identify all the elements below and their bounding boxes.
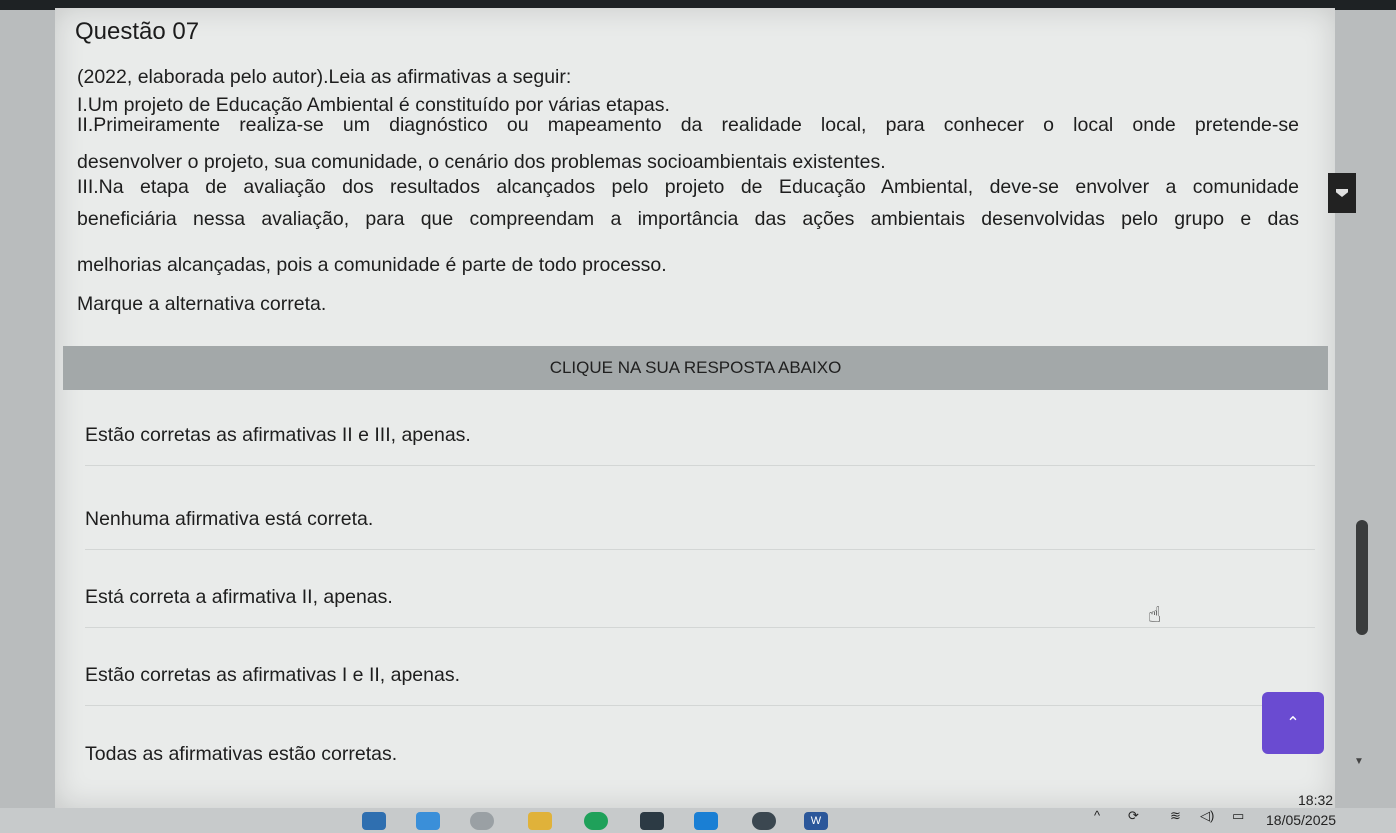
statement-2-line-1: II.Primeiramente realiza-se um diagnósti…	[77, 114, 1299, 136]
answer-option-1[interactable]: Estão corretas as afirmativas II e III, …	[85, 406, 1315, 466]
scrollbar-thumb[interactable]	[1356, 520, 1368, 635]
answer-banner: CLIQUE NA SUA RESPOSTA ABAIXO	[63, 346, 1328, 390]
answer-prompt: Marque a alternativa correta.	[77, 293, 327, 315]
taskbar-settings-icon[interactable]	[752, 812, 776, 830]
statement-2-line-2: desenvolver o projeto, sua comunidade, o…	[77, 151, 886, 173]
chevron-up-icon: ⌃	[1286, 715, 1300, 732]
answer-option-3[interactable]: Está correta a afirmativa II, apenas.	[85, 568, 1315, 628]
clock-time[interactable]: 18:32	[1298, 792, 1333, 808]
answer-option-2[interactable]: Nenhuma afirmativa está correta.	[85, 490, 1315, 550]
scroll-down-arrow-icon[interactable]: ▼	[1354, 756, 1364, 767]
bookmark-glyph-icon	[1336, 189, 1348, 197]
taskbar-app-icon[interactable]	[416, 812, 440, 830]
hand-cursor-icon: ☝	[1148, 602, 1162, 627]
tray-wifi-icon[interactable]: ≋	[1170, 808, 1181, 824]
taskbar-folder-icon[interactable]	[528, 812, 552, 830]
taskbar-app-icon[interactable]	[694, 812, 718, 830]
taskbar-weather-icon[interactable]	[470, 812, 494, 830]
question-card: Questão 07 (2022, elaborada pelo autor).…	[55, 8, 1335, 808]
statement-3-line-2: beneficiária nessa avaliação, para que c…	[77, 208, 1299, 230]
question-source: (2022, elaborada pelo autor).Leia as afi…	[77, 66, 572, 88]
statement-3-line-3: melhorias alcançadas, pois a comunidade …	[77, 254, 667, 276]
bookmark-icon[interactable]	[1328, 173, 1356, 213]
question-title: Questão 07	[75, 18, 200, 45]
tray-volume-icon[interactable]: ◁)	[1200, 808, 1214, 824]
clock-date[interactable]: 18/05/2025	[1266, 812, 1336, 828]
taskbar-word-icon[interactable]: W	[804, 812, 828, 830]
tray-battery-icon[interactable]: ▭	[1232, 808, 1244, 824]
scroll-to-top-button[interactable]: ⌃	[1262, 692, 1324, 754]
tray-sync-icon[interactable]: ⟳	[1128, 808, 1139, 824]
answer-option-4[interactable]: Estão corretas as afirmativas I e II, ap…	[85, 646, 1315, 706]
statement-3-line-1: III.Na etapa de avaliação dos resultados…	[77, 176, 1299, 198]
tray-chevron-up-icon[interactable]: ^	[1094, 808, 1100, 823]
answer-option-5[interactable]: Todas as afirmativas estão corretas.	[85, 724, 1315, 784]
taskbar-browser-icon[interactable]	[584, 812, 608, 830]
taskbar-app-icon[interactable]	[362, 812, 386, 830]
taskbar-store-icon[interactable]	[640, 812, 664, 830]
